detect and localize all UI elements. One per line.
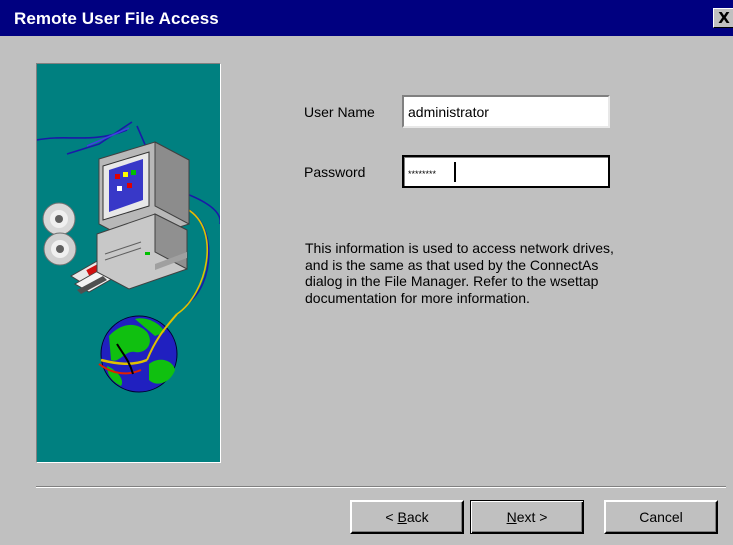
password-input[interactable] xyxy=(402,155,610,188)
wizard-dialog: Remote User File Access X User Name admi… xyxy=(0,0,733,545)
back-button[interactable]: < Back xyxy=(350,500,464,534)
wizard-illustration-panel xyxy=(36,63,221,463)
globe-icon xyxy=(98,313,178,393)
next-button-label: ext > xyxy=(516,509,548,525)
back-button-prefix: < xyxy=(385,509,398,525)
back-button-label: ack xyxy=(406,509,429,525)
separator-line xyxy=(36,486,726,488)
computer-icon xyxy=(96,141,190,290)
username-label: User Name xyxy=(304,104,375,120)
back-button-mnemonic: B xyxy=(397,509,407,525)
wizard-illustration xyxy=(37,121,220,393)
info-text: This information is used to access netwo… xyxy=(305,240,614,306)
close-icon: X xyxy=(718,9,730,27)
username-input[interactable] xyxy=(402,95,610,128)
close-button[interactable]: X xyxy=(713,8,733,28)
cancel-button[interactable]: Cancel xyxy=(604,500,718,534)
next-button-mnemonic: N xyxy=(506,509,517,525)
cd-icon xyxy=(42,202,77,266)
cancel-button-label: Cancel xyxy=(639,509,683,525)
next-button[interactable]: Next > xyxy=(470,500,584,534)
password-label: Password xyxy=(304,164,366,180)
text-caret xyxy=(454,162,456,182)
window-title: Remote User File Access xyxy=(14,9,219,28)
title-bar[interactable]: Remote User File Access X xyxy=(0,0,733,36)
